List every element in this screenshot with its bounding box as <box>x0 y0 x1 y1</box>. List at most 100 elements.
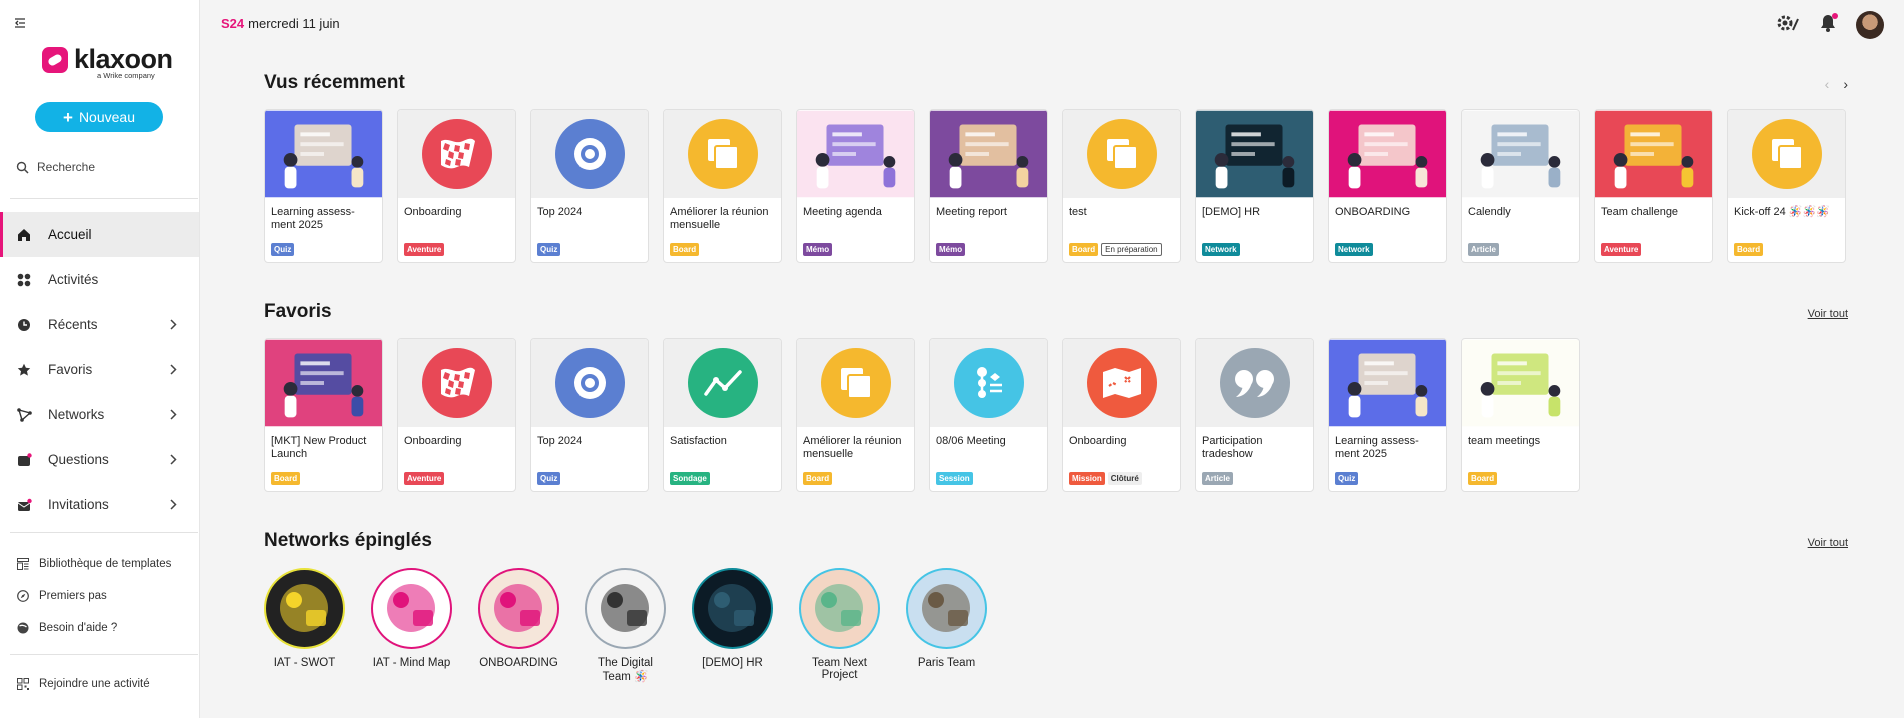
chevron-right-icon <box>170 318 177 333</box>
activity-card[interactable]: ONBOARDING Network <box>1328 109 1447 263</box>
activity-card[interactable]: Top 2024 Quiz <box>530 338 649 492</box>
new-button[interactable]: + Nouveau <box>35 102 163 132</box>
sidebar-item-label: Accueil <box>48 227 92 242</box>
pinned-network[interactable]: Paris Team <box>906 568 987 683</box>
see-all-networks-link[interactable]: Voir tout <box>1808 537 1848 549</box>
settings-gear-icon[interactable] <box>1776 13 1800 38</box>
join-activity-link[interactable]: Rejoindre une activité <box>0 668 150 700</box>
activity-card[interactable]: Learning assess-ment 2025 Quiz <box>1328 338 1447 492</box>
pinned-network[interactable]: [DEMO] HR <box>692 568 773 683</box>
sidebar-item-network[interactable]: Networks <box>0 392 199 437</box>
chat-icon <box>554 119 625 189</box>
sidebar-nav: Accueil Activités Récents Favoris Networks Qu… <box>0 212 199 527</box>
network-label: Paris Team <box>917 657 976 669</box>
sidebar-item-star[interactable]: Favoris <box>0 347 199 392</box>
clock-icon <box>16 317 32 333</box>
chevron-left-icon[interactable]: ‹ <box>1825 76 1830 92</box>
activity-card[interactable]: Top 2024 Quiz <box>530 109 649 263</box>
activity-tags: Mémo <box>936 243 966 256</box>
activity-card[interactable]: team meetings Board <box>1461 338 1580 492</box>
home-icon <box>16 227 32 243</box>
activity-title: ONBOARDING <box>1335 206 1411 218</box>
sidebar-divider <box>10 198 198 199</box>
activity-card[interactable]: Meeting report Mémo <box>929 109 1048 263</box>
search-icon <box>16 161 29 174</box>
join-activity-label: Rejoindre une activité <box>39 678 150 690</box>
network-label: Team Next Project <box>812 657 867 681</box>
network-avatar <box>692 568 773 649</box>
activity-card[interactable]: 08/06 Meeting Session <box>929 338 1048 492</box>
search-label: Recherche <box>37 160 96 174</box>
footer-link-help[interactable]: Besoin d'aide ? <box>0 612 199 644</box>
pinned-network[interactable]: ONBOARDING <box>478 568 559 683</box>
chevron-right-icon <box>170 408 177 423</box>
sidebar-item-label: Invitations <box>48 497 109 512</box>
quote-icon <box>1219 348 1290 418</box>
activity-type-badge: Aventure <box>404 472 445 485</box>
activity-card[interactable]: Meeting agenda Mémo <box>796 109 915 263</box>
network-avatar <box>371 568 452 649</box>
footer-link-compass[interactable]: Premiers pas <box>0 580 199 612</box>
activity-card[interactable]: Améliorer la réunion mensuelle Board <box>796 338 915 492</box>
activity-card[interactable]: Améliorer la réunion mensuelle Board <box>663 109 782 263</box>
sidebar-item-question[interactable]: Questions <box>0 437 199 482</box>
sidebar-item-home[interactable]: Accueil <box>0 212 199 257</box>
activity-type-badge: Article <box>1202 472 1233 485</box>
chevron-right-icon <box>170 453 177 468</box>
activity-title: Kick-off 24 🪅🪅🪅 <box>1734 206 1830 218</box>
activity-type-badge: Session <box>936 472 973 485</box>
help-icon <box>16 621 30 635</box>
star-icon <box>16 362 32 378</box>
pinned-network[interactable]: IAT - SWOT <box>264 568 345 683</box>
activity-thumbnail <box>930 339 1047 427</box>
activity-card[interactable]: [DEMO] HR Network <box>1195 109 1314 263</box>
activity-card[interactable]: Learning assess-ment 2025 Quiz <box>264 109 383 263</box>
sidebar-item-label: Networks <box>48 407 105 422</box>
klaxoon-logo[interactable]: klaxoon <box>42 46 173 73</box>
activity-card[interactable]: Onboarding Aventure <box>397 338 516 492</box>
activity-type-badge: Board <box>803 472 833 485</box>
activity-card[interactable]: Satisfaction Sondage <box>663 338 782 492</box>
pinned-network[interactable]: The Digital Team 🪅 <box>585 568 666 683</box>
sidebar-item-clock[interactable]: Récents <box>0 302 199 347</box>
current-date: S24 mercredi 11 juin <box>221 16 340 31</box>
activity-card[interactable]: [MKT] New Product Launch Board <box>264 338 383 492</box>
activity-type-badge: Clôturé <box>1107 472 1142 485</box>
activity-type-badge: Aventure <box>404 243 445 256</box>
footer-link-template[interactable]: Bibliothèque de templates <box>0 548 199 580</box>
activity-tags: Aventure <box>404 472 445 485</box>
activity-card[interactable]: test Board En préparation <box>1062 109 1181 263</box>
see-all-favorites-link[interactable]: Voir tout <box>1808 308 1848 320</box>
activity-thumbnail <box>1063 339 1180 427</box>
activity-type-badge: Quiz <box>537 243 561 256</box>
search-link[interactable]: Recherche <box>16 160 95 174</box>
board-icon <box>1751 119 1822 189</box>
sidebar-item-label: Questions <box>48 452 109 467</box>
activity-card[interactable]: Team challenge Aventure <box>1594 109 1713 263</box>
activity-type-badge: Network <box>1335 243 1373 256</box>
activity-title: 08/06 Meeting <box>936 435 1006 447</box>
recent-activities-row: Learning assess-ment 2025 Quiz Onboarding A… <box>264 109 1846 263</box>
activity-card[interactable]: Onboarding Mission Clôturé <box>1062 338 1181 492</box>
logo-subtitle: a Wrike company <box>97 71 155 80</box>
notifications-bell-icon[interactable] <box>1820 12 1838 37</box>
activity-card[interactable]: Onboarding Aventure <box>397 109 516 263</box>
template-icon <box>16 557 30 571</box>
activity-title: Learning assess-ment 2025 <box>271 206 355 231</box>
network-icon <box>16 407 32 423</box>
activity-type-badge: Article <box>1468 243 1499 256</box>
chevron-right-icon[interactable]: › <box>1843 76 1848 92</box>
activity-type-badge: Board <box>271 472 301 485</box>
activity-card[interactable]: Participation tradeshow Article <box>1195 338 1314 492</box>
pinned-network[interactable]: IAT - Mind Map <box>371 568 452 683</box>
activity-card[interactable]: Kick-off 24 🪅🪅🪅 Board <box>1727 109 1846 263</box>
collapse-sidebar-icon[interactable] <box>14 16 34 32</box>
activity-illustration <box>1196 110 1313 198</box>
sidebar-item-grid[interactable]: Activités <box>0 257 199 302</box>
activity-card[interactable]: Calendly Article <box>1461 109 1580 263</box>
activity-thumbnail <box>531 339 648 427</box>
pinned-network[interactable]: Team Next Project <box>799 568 880 683</box>
activity-title: Améliorer la réunion mensuelle <box>803 435 902 460</box>
user-avatar[interactable] <box>1856 11 1884 39</box>
sidebar-item-mail[interactable]: Invitations <box>0 482 199 527</box>
